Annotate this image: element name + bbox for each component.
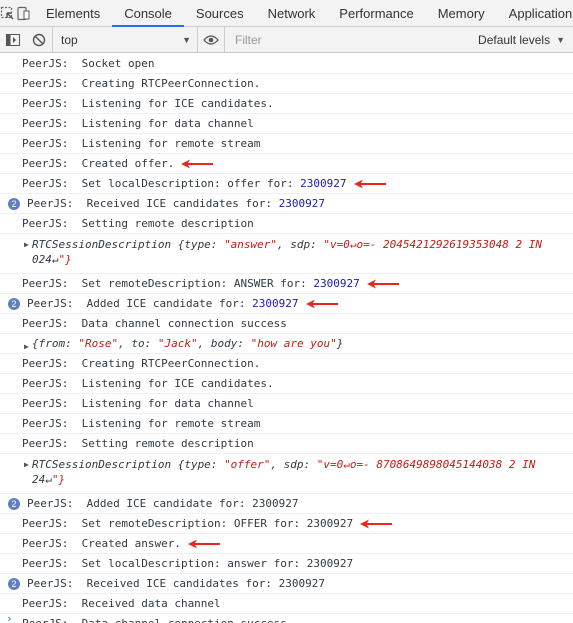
red-arrow-annotation bbox=[360, 277, 400, 290]
console-log-row: PeerJS: Setting remote description bbox=[0, 214, 573, 234]
object-preview-line[interactable]: RTCSessionDescription {type: "answer", s… bbox=[32, 237, 573, 252]
context-selector[interactable]: top ▼ bbox=[52, 27, 198, 52]
log-message: PeerJS: Socket open bbox=[22, 57, 155, 70]
log-message: PeerJS: Listening for ICE candidates. bbox=[22, 97, 274, 110]
context-selector-value: top bbox=[61, 32, 78, 47]
red-arrow-annotation bbox=[174, 157, 214, 170]
log-levels-dropdown[interactable]: Default levels ▼ bbox=[470, 27, 573, 52]
repeat-count-badge: 2 bbox=[8, 578, 20, 590]
console-object-row: ▶ {from: "Rose", to: "Jack", body: "how a… bbox=[0, 334, 573, 354]
log-message: PeerJS: Listening for remote stream bbox=[22, 417, 261, 430]
devtools-tab-bar: Elements Console Sources Network Perform… bbox=[0, 0, 573, 27]
tab-network[interactable]: Network bbox=[256, 0, 328, 26]
console-object-row: ▶ RTCSessionDescription {type: "offer", s… bbox=[0, 454, 573, 494]
log-message: PeerJS: Added ICE candidate for: bbox=[27, 297, 253, 310]
expand-triangle-icon[interactable]: ▶ bbox=[24, 337, 29, 353]
clear-console-icon[interactable] bbox=[26, 27, 52, 52]
log-message: PeerJS: Created offer. bbox=[22, 157, 175, 170]
log-message: PeerJS: Setting remote description bbox=[22, 217, 254, 230]
console-log-row: 2 PeerJS: Received ICE candidates for: 23… bbox=[0, 194, 573, 214]
console-object-row: ▶ RTCSessionDescription {type: "answer", … bbox=[0, 234, 573, 274]
console-messages: PeerJS: Socket open PeerJS: Creating RTCP… bbox=[0, 54, 573, 623]
console-toolbar: top ▼ Filter Default levels ▼ bbox=[0, 27, 573, 53]
tab-console[interactable]: Console bbox=[112, 0, 184, 27]
repeat-count-badge: 2 bbox=[8, 298, 20, 310]
object-preview-line[interactable]: RTCSessionDescription {type: "offer", sd… bbox=[32, 457, 573, 472]
object-preview-line[interactable]: {from: "Rose", to: "Jack", body: "how ar… bbox=[32, 334, 573, 353]
log-message: PeerJS: Listening for remote stream bbox=[22, 137, 261, 150]
console-log-row: PeerJS: Creating RTCPeerConnection. bbox=[0, 74, 573, 94]
console-log-row: 2 PeerJS: Received ICE candidates for: 23… bbox=[0, 574, 573, 594]
console-log-row: PeerJS: Data channel connection success bbox=[0, 314, 573, 334]
console-log-row: PeerJS: Creating RTCPeerConnection. bbox=[0, 354, 573, 374]
expand-triangle-icon[interactable]: ▶ bbox=[24, 457, 29, 472]
filter-input[interactable]: Filter bbox=[224, 27, 470, 52]
log-number: 2300927 bbox=[278, 197, 326, 210]
console-log-row: PeerJS: Set remoteDescription: ANSWER fo… bbox=[0, 274, 573, 294]
log-levels-label: Default levels bbox=[478, 32, 551, 47]
tab-memory[interactable]: Memory bbox=[426, 0, 497, 26]
log-message: PeerJS: Creating RTCPeerConnection. bbox=[22, 357, 261, 370]
log-message: PeerJS: Received data channel bbox=[22, 597, 221, 610]
tab-application[interactable]: Application bbox=[497, 0, 573, 26]
console-log-row: PeerJS: Socket open bbox=[0, 54, 573, 74]
log-message: PeerJS: Data channel connection success bbox=[22, 317, 287, 330]
tab-sources[interactable]: Sources bbox=[184, 0, 256, 26]
console-log-row: 2 PeerJS: Added ICE candidate for: 230092… bbox=[0, 294, 573, 314]
console-log-row: PeerJS: Created answer. bbox=[0, 534, 573, 554]
log-number: 2300927 bbox=[300, 177, 347, 190]
log-number: 2300927 bbox=[313, 277, 360, 290]
console-log-row: 2 PeerJS: Added ICE candidate for: 230092… bbox=[0, 494, 573, 514]
console-log-row: PeerJS: Listening for data channel bbox=[0, 394, 573, 414]
console-log-row: PeerJS: Listening for remote stream bbox=[0, 134, 573, 154]
expand-triangle-icon[interactable]: ▶ bbox=[24, 237, 29, 252]
object-preview-line: 24↵"} bbox=[32, 473, 66, 486]
console-log-row: PeerJS: Listening for data channel bbox=[0, 114, 573, 134]
log-message: PeerJS: Set localDescription: offer for: bbox=[22, 177, 301, 190]
red-arrow-annotation bbox=[299, 297, 339, 310]
log-message: PeerJS: Listening for data channel bbox=[22, 117, 254, 130]
log-message: PeerJS: Added ICE candidate for: 2300927 bbox=[27, 497, 299, 510]
log-message: PeerJS: Setting remote description bbox=[22, 437, 254, 450]
log-message: PeerJS: Set remoteDescription: OFFER for… bbox=[22, 517, 354, 530]
console-log-row: PeerJS: Listening for ICE candidates. bbox=[0, 374, 573, 394]
show-sidebar-icon[interactable] bbox=[0, 27, 26, 52]
log-message: PeerJS: Received ICE candidates for: bbox=[27, 197, 279, 210]
console-log-row: PeerJS: Data channel connection success bbox=[0, 614, 573, 623]
console-prompt[interactable]: › bbox=[6, 612, 13, 623]
object-preview-line: 024↵"} bbox=[32, 253, 72, 266]
log-message: PeerJS: Created answer. bbox=[22, 537, 181, 550]
log-message: PeerJS: Creating RTCPeerConnection. bbox=[22, 77, 261, 90]
log-message: PeerJS: Listening for data channel bbox=[22, 397, 254, 410]
log-message: PeerJS: Listening for ICE candidates. bbox=[22, 377, 274, 390]
log-message: PeerJS: Received ICE candidates for: 230… bbox=[27, 577, 326, 590]
console-log-row: PeerJS: Set localDescription: offer for:… bbox=[0, 174, 573, 194]
dropdown-caret-icon: ▼ bbox=[182, 34, 191, 45]
console-log-row: PeerJS: Received data channel bbox=[0, 594, 573, 614]
log-message: PeerJS: Set localDescription: answer for… bbox=[22, 557, 354, 570]
console-log-row: PeerJS: Setting remote description bbox=[0, 434, 573, 454]
console-log-row: PeerJS: Created offer. bbox=[0, 154, 573, 174]
console-log-row: PeerJS: Set remoteDescription: OFFER for… bbox=[0, 514, 573, 534]
repeat-count-badge: 2 bbox=[8, 198, 20, 210]
log-message: PeerJS: Set remoteDescription: ANSWER fo… bbox=[22, 277, 314, 290]
red-arrow-annotation bbox=[181, 537, 221, 550]
console-log-row: PeerJS: Listening for remote stream bbox=[0, 414, 573, 434]
eye-icon[interactable] bbox=[198, 27, 224, 52]
console-log-row: PeerJS: Listening for ICE candidates. bbox=[0, 94, 573, 114]
log-number: 2300927 bbox=[252, 297, 299, 310]
dropdown-caret-icon: ▼ bbox=[556, 34, 565, 45]
red-arrow-annotation bbox=[353, 517, 393, 530]
console-log-row: PeerJS: Set localDescription: answer for… bbox=[0, 554, 573, 574]
tab-elements[interactable]: Elements bbox=[34, 0, 112, 26]
repeat-count-badge: 2 bbox=[8, 498, 20, 510]
red-arrow-annotation bbox=[347, 177, 387, 190]
inspect-element-icon[interactable] bbox=[0, 0, 15, 26]
device-toolbar-icon[interactable] bbox=[15, 0, 30, 26]
tab-performance[interactable]: Performance bbox=[327, 0, 425, 26]
log-message: PeerJS: Data channel connection success bbox=[22, 617, 287, 623]
